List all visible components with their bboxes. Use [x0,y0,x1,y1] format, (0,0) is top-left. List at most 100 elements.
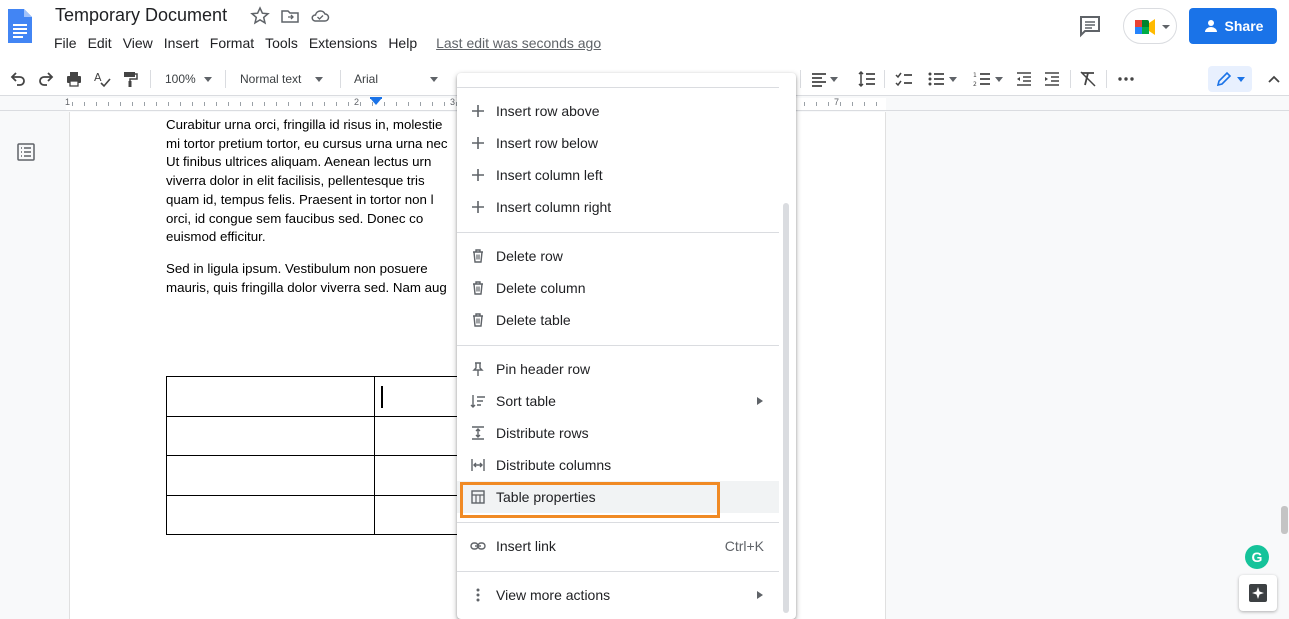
highlight-annotation [460,482,720,518]
ruler-tick [360,102,361,106]
ruler-tick [288,102,289,106]
more-icon[interactable] [1114,68,1138,90]
ruler-tick [108,102,109,106]
page-scrollbar[interactable] [1281,506,1288,534]
line-spacing-icon[interactable] [855,68,879,90]
insert-row-below-item[interactable]: Insert row below [457,127,779,159]
document-title[interactable]: Temporary Document [55,5,227,26]
align-icon[interactable] [808,68,840,90]
pin-header-row-item[interactable]: Pin header row [457,353,779,385]
plus-icon [469,102,487,120]
document-outline-icon[interactable] [16,142,36,162]
ruler-tick [396,102,397,106]
ruler-tick [324,102,325,106]
submenu-arrow-icon [757,397,763,405]
ruler-tick [216,102,217,106]
font-select[interactable]: Arial [354,68,439,90]
grammarly-icon[interactable]: G [1245,545,1269,569]
sort-table-item[interactable]: Sort table [457,385,779,417]
distribute-columns-item[interactable]: Distribute columns [457,449,779,481]
insert-row-above-item[interactable]: Insert row above [457,95,779,127]
spellcheck-icon[interactable]: A [90,68,114,90]
menu-item-label: Insert column left [496,167,603,183]
ruler-tick [444,102,445,106]
redo-icon[interactable] [34,68,58,90]
checklist-icon[interactable] [892,68,916,90]
delete-row-item[interactable]: Delete row [457,240,779,272]
menu-divider [457,232,779,233]
ruler-tick [384,102,385,106]
menu-scrollbar[interactable] [783,203,789,613]
menu-divider [457,571,779,572]
menu-format[interactable]: Format [210,35,254,51]
undo-icon[interactable] [6,68,30,90]
ruler-tick [132,102,133,106]
share-button[interactable]: Share [1189,8,1277,44]
more-vert-icon [469,586,487,604]
delete-column-item[interactable]: Delete column [457,272,779,304]
meet-button[interactable] [1123,8,1177,44]
menu-help[interactable]: Help [388,35,417,51]
menu-file[interactable]: File [54,35,77,51]
last-edit-link[interactable]: Last edit was seconds ago [436,35,601,51]
distribute-rows-item[interactable]: Distribute rows [457,417,779,449]
numbered-list-icon[interactable]: 12 [968,68,1008,90]
zoom-select[interactable]: 100% [165,68,212,90]
menu-item-label: Insert row below [496,135,598,151]
svg-text:1: 1 [973,72,977,79]
ruler-tick [840,102,841,106]
increase-indent-icon[interactable] [1040,68,1064,90]
comments-icon[interactable] [1078,14,1102,38]
menu-edit[interactable]: Edit [88,35,112,51]
menu-view[interactable]: View [123,35,153,51]
ruler-tick [372,102,373,106]
clear-formatting-icon[interactable] [1076,68,1100,90]
menu-tools[interactable]: Tools [265,35,298,51]
ruler-tick [864,102,865,106]
view-more-actions-item[interactable]: View more actions [457,579,779,611]
bullet-caret-icon [949,76,957,82]
table-cell[interactable] [166,415,375,456]
title-bar: Temporary Document File Edit View Insert… [0,0,1289,62]
table-cell[interactable] [166,376,375,417]
ruler-tick [312,102,313,106]
toolbar-divider [340,70,341,88]
ruler-tick [168,102,169,106]
style-select[interactable]: Normal text [240,68,324,90]
editing-mode-button[interactable] [1208,66,1252,92]
plus-icon [469,166,487,184]
ruler-number: 2 [354,97,360,107]
decrease-indent-icon[interactable] [1012,68,1036,90]
cloud-saved-icon[interactable] [310,6,330,26]
explore-button[interactable] [1239,575,1277,611]
insert-column-left-item[interactable]: Insert column left [457,159,779,191]
table-cell[interactable] [166,455,375,496]
toolbar-divider [1070,70,1071,88]
ruler-tick [96,102,97,106]
meet-icon [1135,19,1170,35]
trash-icon [469,247,487,265]
ruler-tick [432,102,433,106]
menu-insert[interactable]: Insert [164,35,199,51]
menu-extensions[interactable]: Extensions [309,35,377,51]
menu-divider [457,345,779,346]
insert-link-item[interactable]: Insert link Ctrl+K [457,530,779,562]
print-icon[interactable] [62,68,86,90]
bulleted-list-icon[interactable] [922,68,962,90]
ruler-tick [336,102,337,106]
ruler-tick [180,102,181,106]
collapse-icon[interactable] [1262,68,1286,90]
style-value: Normal text [240,72,302,86]
ruler-tick [852,102,853,106]
link-icon [469,537,487,555]
docs-logo-icon[interactable] [6,7,34,45]
move-folder-icon[interactable] [280,6,300,26]
star-icon[interactable] [250,6,270,26]
delete-table-item[interactable]: Delete table [457,304,779,336]
numbered-caret-icon [995,76,1003,82]
menu-item-label: Insert link [496,538,556,554]
insert-column-right-item[interactable]: Insert column right [457,191,779,223]
table-cell[interactable] [166,494,375,535]
distribute-rows-icon [469,424,487,442]
paint-format-icon[interactable] [118,68,142,90]
